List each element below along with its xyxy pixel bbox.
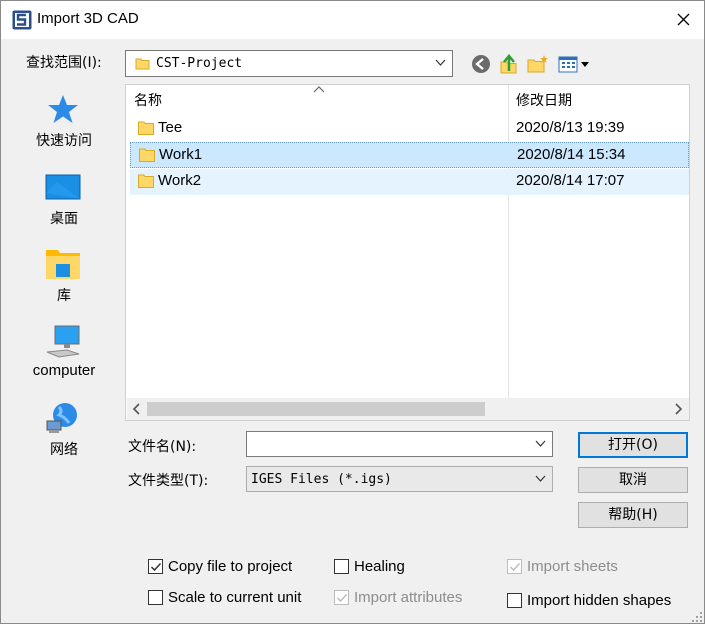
help-button[interactable]: 帮助(H) — [578, 502, 688, 528]
scrollbar-thumb[interactable] — [147, 402, 485, 416]
look-in-value: CST-Project — [156, 56, 243, 71]
checkbox-box — [334, 590, 349, 605]
network-icon — [46, 403, 77, 433]
chevron-down-icon[interactable] — [535, 440, 546, 448]
close-button[interactable] — [663, 1, 704, 39]
folder-icon — [138, 121, 154, 135]
checkbox-box — [507, 559, 522, 574]
check-icon — [150, 562, 162, 572]
cancel-button[interactable]: 取消 — [578, 467, 688, 493]
window-title: Import 3D CAD — [37, 10, 139, 27]
file-name: Work1 — [159, 146, 203, 163]
check-icon — [509, 562, 521, 572]
computer-icon — [46, 325, 80, 358]
file-row-work2[interactable]: Work2 2020/8/14 17:07 — [130, 169, 689, 195]
title-bar[interactable]: Import 3D CAD — [1, 1, 704, 39]
checkbox-label: Copy file to project — [168, 558, 293, 575]
checkbox-box[interactable] — [148, 590, 163, 605]
place-library[interactable]: 库 — [7, 247, 121, 317]
file-name: Tee — [158, 119, 183, 136]
checkbox-box[interactable] — [148, 559, 163, 574]
horizontal-scrollbar[interactable] — [127, 398, 689, 420]
file-list[interactable]: 名称 修改日期 Tee 2020/8/13 19:39 Work1 2020/8… — [125, 84, 690, 421]
file-type-label: 文件类型(T): — [128, 473, 209, 489]
file-date: 2020/8/13 19:39 — [516, 119, 625, 136]
app-icon — [12, 10, 32, 30]
place-quick-access[interactable]: 快速访问 — [7, 92, 121, 162]
view-menu-icon[interactable] — [558, 54, 592, 74]
checkbox-label: Import hidden shapes — [527, 592, 672, 609]
file-date: 2020/8/14 17:07 — [516, 172, 625, 189]
folder-icon — [139, 148, 155, 162]
file-name-input[interactable] — [247, 432, 527, 456]
folder-icon — [135, 58, 150, 70]
desktop-icon — [45, 174, 81, 200]
file-row-work1[interactable]: Work1 2020/8/14 15:34 — [130, 142, 689, 168]
chevron-down-icon — [435, 59, 446, 66]
sort-ascending-icon — [313, 86, 325, 93]
check-icon — [336, 593, 348, 603]
checkbox-label: Scale to current unit — [168, 589, 302, 606]
library-icon — [46, 250, 80, 279]
new-folder-icon[interactable] — [527, 54, 549, 74]
star-icon — [48, 95, 78, 123]
scroll-right-icon[interactable] — [673, 402, 683, 416]
import-3d-cad-dialog: Import 3D CAD 查找范围(I): CST-Project 快速访问 … — [0, 0, 705, 624]
close-icon — [677, 13, 690, 26]
place-computer[interactable]: computer — [7, 324, 121, 394]
file-name-label: 文件名(N): — [128, 439, 197, 455]
file-type-value: IGES Files (*.igs) — [251, 472, 392, 487]
file-name: Work2 — [158, 172, 202, 189]
file-date: 2020/8/14 15:34 — [517, 146, 626, 163]
place-label: 库 — [57, 288, 71, 304]
column-header-date[interactable]: 修改日期 — [516, 85, 572, 113]
open-button[interactable]: 打开(O) — [578, 432, 688, 458]
place-desktop[interactable]: 桌面 — [7, 170, 121, 240]
folder-icon — [138, 174, 154, 188]
place-network[interactable]: 网络 — [7, 401, 121, 471]
back-icon[interactable] — [470, 54, 492, 74]
up-folder-icon[interactable] — [498, 54, 520, 74]
file-row-tee[interactable]: Tee 2020/8/13 19:39 — [130, 116, 689, 142]
look-in-label: 查找范围(I): — [26, 55, 102, 71]
places-bar: 快速访问 桌面 库 computer 网络 — [7, 84, 121, 549]
scroll-left-icon[interactable] — [132, 402, 142, 416]
place-label: 桌面 — [50, 211, 78, 227]
checkbox-label: Import attributes — [354, 589, 463, 606]
resize-grip-icon[interactable] — [691, 611, 703, 623]
checkbox-box[interactable] — [507, 593, 522, 608]
file-name-combo[interactable] — [246, 431, 553, 457]
column-header-name[interactable]: 名称 — [134, 85, 162, 113]
checkbox-label: Healing — [354, 558, 405, 575]
place-label: 网络 — [50, 442, 78, 458]
look-in-dropdown[interactable]: CST-Project — [125, 50, 453, 77]
checkbox-label: Import sheets — [527, 558, 618, 575]
place-label: computer — [32, 362, 96, 379]
chevron-down-icon — [535, 475, 546, 482]
place-label: 快速访问 — [36, 133, 92, 149]
checkbox-box[interactable] — [334, 559, 349, 574]
file-type-dropdown[interactable]: IGES Files (*.igs) — [246, 466, 553, 492]
